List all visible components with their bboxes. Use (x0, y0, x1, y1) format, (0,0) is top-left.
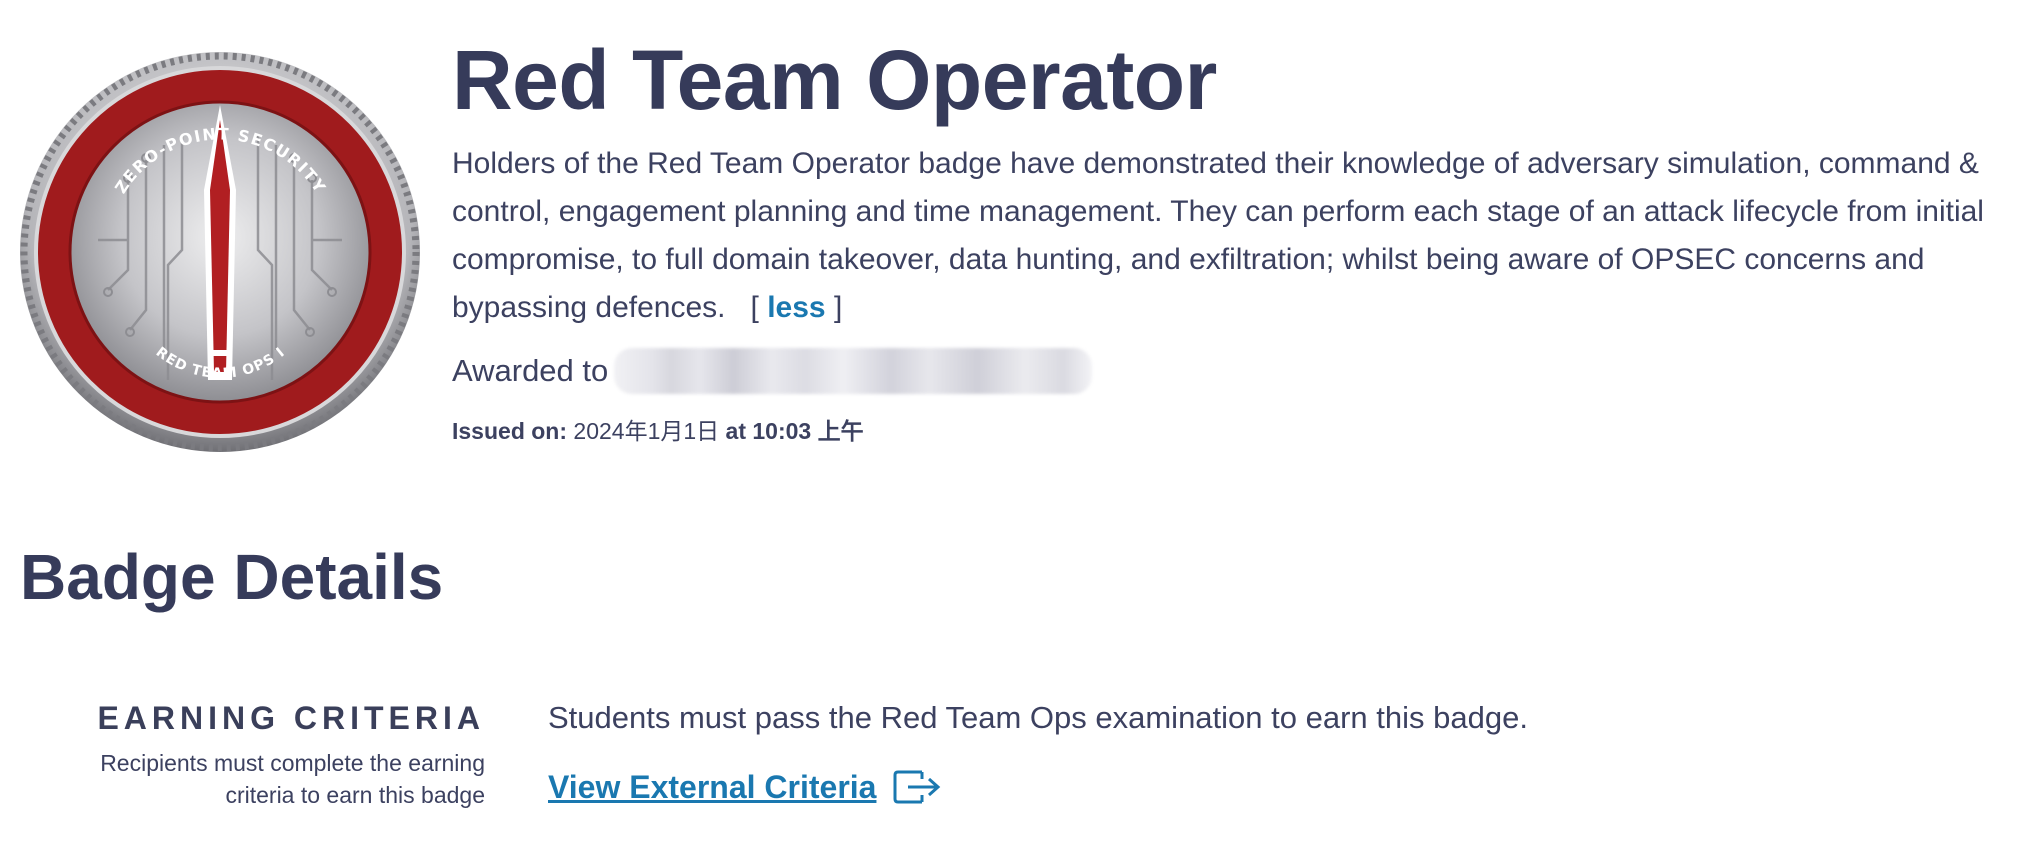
less-bracket-open: [ (750, 291, 759, 324)
badge-image: ZERO-POINT SECURITY RED TEAM OPS I (18, 50, 423, 455)
issued-at-label: at (725, 418, 746, 444)
earning-criteria-body: Students must pass the Red Team Ops exam… (548, 700, 1528, 808)
awarded-to-label: Awarded to (452, 353, 609, 388)
badge-description-text: Holders of the Red Team Operator badge h… (452, 147, 1984, 324)
badge-hero: Red Team Operator Holders of the Red Tea… (452, 30, 2027, 332)
recipient-name-blurred[interactable] (614, 348, 1093, 394)
external-criteria-link-row: View External Criteria (548, 766, 1528, 808)
badge-title: Red Team Operator (452, 33, 1217, 127)
less-bracket-close: ] (833, 291, 843, 324)
less-toggle-link[interactable]: less (767, 291, 825, 324)
issued-date: 2024年1月1日 (573, 418, 720, 444)
earning-criteria-heading: EARNING CRITERIA (97, 700, 485, 736)
issued-time: 10:03 上午 (752, 418, 864, 444)
earning-criteria-subtitle: Recipients must complete the earning cri… (100, 750, 485, 808)
external-link-icon[interactable] (892, 766, 942, 808)
earning-criteria-text: Students must pass the Red Team Ops exam… (548, 700, 1528, 735)
issued-on-label: Issued on: (452, 418, 568, 444)
awarded-to: Awarded to (452, 348, 1093, 394)
view-external-criteria-link[interactable]: View External Criteria (548, 769, 876, 806)
issued-on: Issued on: 2024年1月1日 at 10:03 上午 (452, 412, 864, 446)
badge-details-title: Badge Details (20, 541, 444, 613)
badge-description: Holders of the Red Team Operator badge h… (452, 140, 2027, 332)
badge-coin-graphic: ZERO-POINT SECURITY RED TEAM OPS I (20, 52, 420, 452)
earning-criteria-label: EARNING CRITERIA Recipients must complet… (60, 700, 485, 811)
